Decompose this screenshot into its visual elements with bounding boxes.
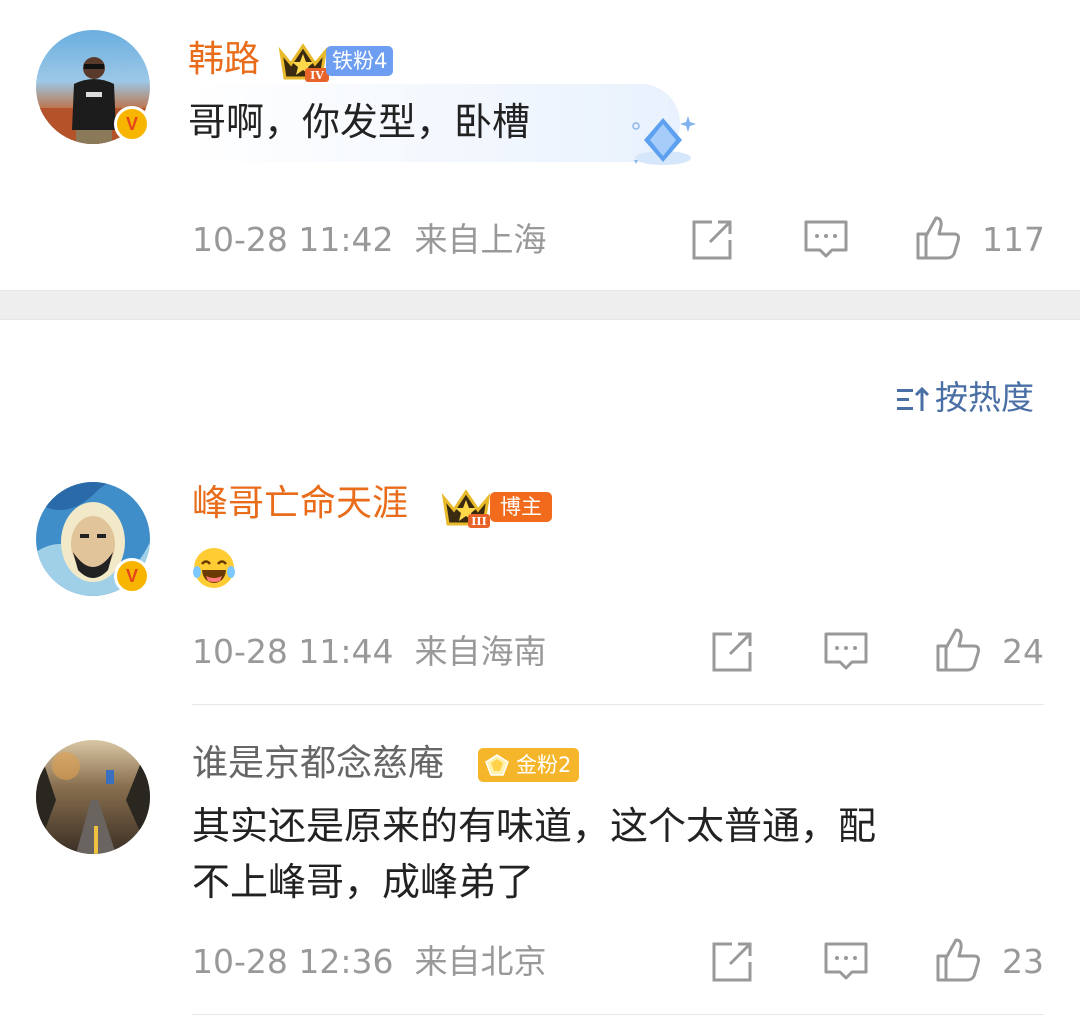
section-divider (0, 290, 1080, 320)
comment-text: 哥啊，你发型，卧槽 (188, 100, 531, 144)
divider (192, 704, 1044, 705)
comment-icon[interactable] (822, 938, 870, 986)
username[interactable]: 谁是京都念慈庵 (192, 744, 444, 784)
timestamp: 10-28 11:42 来自上海 (192, 220, 547, 259)
gold-fan-badge[interactable]: 金粉2 (478, 748, 580, 782)
crown-icon: III (441, 489, 491, 528)
timestamp: 10-28 12:36 来自北京 (192, 942, 547, 981)
svg-text:III: III (471, 515, 486, 528)
like-count: 23 (1002, 942, 1044, 981)
avatar[interactable] (36, 740, 150, 854)
diamond-sticker-icon (632, 116, 696, 165)
comment-text: 其实还是原来的有味道，这个太普通，配 不上峰哥，成峰弟了 (192, 804, 877, 904)
avatar-image (36, 740, 150, 854)
crown-icon: IV (278, 43, 329, 82)
svg-text:IV: IV (310, 69, 324, 82)
verified-badge: V (114, 558, 150, 594)
blogger-badge[interactable]: 博主 (490, 492, 552, 522)
thumbs-up-icon[interactable] (914, 214, 962, 262)
thumbs-up-icon[interactable] (934, 936, 982, 984)
fan-level-badge[interactable]: 铁粉4 (326, 46, 394, 76)
thumbs-up-icon[interactable] (934, 626, 982, 674)
like-count: 24 (1002, 632, 1044, 671)
divider (192, 1014, 1044, 1015)
like-count: 117 (982, 220, 1045, 259)
username[interactable]: 韩路 (188, 40, 260, 80)
share-icon[interactable] (688, 216, 736, 264)
sort-by-hot-button[interactable]: 按热度 (895, 378, 1034, 418)
laughing-emoji-icon (193, 548, 235, 588)
timestamp: 10-28 11:44 来自海南 (192, 632, 547, 671)
location: 来自海南 (414, 632, 547, 671)
comment-icon[interactable] (802, 216, 850, 264)
share-icon[interactable] (708, 628, 756, 676)
location: 来自北京 (414, 942, 547, 981)
comment-icon[interactable] (822, 628, 870, 676)
sort-icon (897, 386, 930, 411)
verified-badge: V (114, 106, 150, 142)
location: 来自上海 (414, 220, 547, 259)
username[interactable]: 峰哥亡命天涯 (192, 484, 408, 524)
share-icon[interactable] (708, 938, 756, 986)
gem-icon (485, 754, 509, 776)
comment-item: V 韩路 IV 铁粉4 哥啊，你发型，卧槽 10-28 11:42 来自上海 1… (0, 0, 1080, 290)
